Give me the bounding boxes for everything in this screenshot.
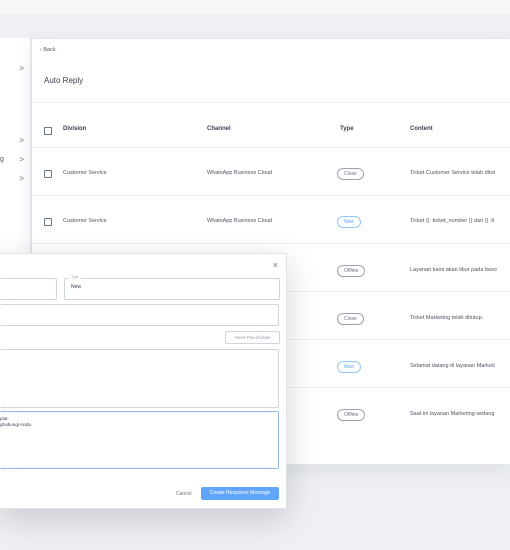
type-badge: Offline — [337, 409, 366, 421]
create-response-message-button[interactable]: Create Response Message — [201, 487, 279, 500]
cell-content: Ticket {{ :ticket_number }} dari {{ :ti — [410, 218, 495, 224]
column-header-content[interactable]: Content — [410, 126, 433, 132]
column-header-type[interactable]: Type — [340, 126, 354, 132]
sidebar-item-3[interactable]: g > — [0, 153, 30, 169]
response-message-field[interactable] — [0, 349, 279, 408]
row-divider — [32, 195, 510, 196]
sidebar-item-2[interactable]: > — [0, 134, 30, 150]
row-checkbox[interactable] — [44, 170, 52, 178]
column-header-channel[interactable]: Channel — [207, 126, 231, 132]
chevron-right-icon: > — [19, 174, 24, 183]
cancel-button[interactable]: Cancel — [176, 491, 192, 497]
cell-channel: WhatsApp Business Cloud — [207, 170, 273, 176]
type-field[interactable]: Type New — [64, 275, 280, 300]
chevron-right-icon: > — [19, 136, 24, 145]
cell-content: Ticket Marketing telah ditutup. — [410, 315, 484, 321]
select-all-checkbox[interactable] — [44, 127, 52, 135]
cell-division: Customer Service — [63, 170, 107, 176]
type-field-value: New — [71, 284, 82, 290]
message-preview-field[interactable]: plar. ghubungi Anda. — [0, 411, 279, 469]
top-strip — [0, 0, 510, 14]
row-divider — [32, 243, 510, 244]
cell-content: Saat ini layanan Marketing sedang — [410, 411, 495, 417]
row-checkbox[interactable] — [44, 218, 52, 226]
back-link[interactable]: ‹ Back — [40, 47, 56, 53]
close-icon[interactable]: × — [273, 260, 278, 270]
channel-field[interactable] — [0, 304, 279, 326]
sidebar-item-4[interactable]: > — [0, 172, 30, 188]
type-badge: Close — [337, 168, 364, 180]
insert-placeholder-button[interactable]: Insert Placeholder — [225, 331, 280, 344]
division-field[interactable] — [0, 278, 57, 300]
sidebar-item-label: g — [0, 156, 4, 163]
create-response-modal: × Type New Insert Placeholder plar. ghub… — [0, 253, 287, 509]
cell-division: Customer Service — [63, 218, 107, 224]
toolbar-area — [32, 103, 510, 131]
page-title: Auto Reply — [44, 76, 84, 85]
chevron-right-icon: > — [19, 155, 24, 164]
chevron-right-icon: > — [19, 64, 24, 73]
cell-content: Layanan kami akan libur pada beso — [410, 267, 497, 273]
type-badge: New — [337, 216, 362, 228]
type-badge: New — [337, 361, 362, 373]
cell-content: Selamat datang di layanan Marketi — [410, 363, 495, 369]
type-badge: Offline — [337, 265, 366, 277]
message-line: ghubungi Anda. — [0, 422, 32, 427]
sidebar-item-1[interactable]: > — [0, 62, 30, 78]
type-field-label: Type — [69, 275, 81, 279]
type-badge: Close — [337, 313, 364, 325]
cell-content: Ticket Customer Service telah ditut — [410, 170, 496, 176]
row-divider — [32, 147, 510, 148]
message-text: plar. ghubungi Anda. — [0, 416, 32, 428]
column-header-division[interactable]: Division — [63, 126, 86, 132]
cell-channel: WhatsApp Business Cloud — [207, 218, 273, 224]
